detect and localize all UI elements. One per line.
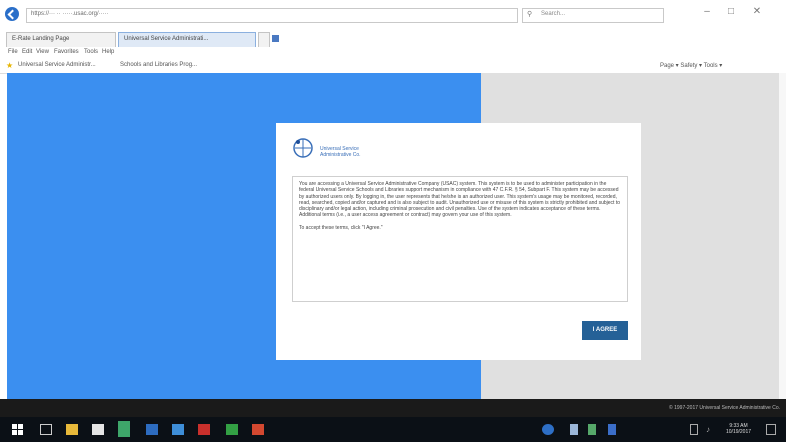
notice-text: You are accessing a Universal Service Ad…	[299, 181, 621, 219]
app-icon[interactable]	[172, 424, 184, 435]
tray-icon-1[interactable]	[570, 424, 578, 435]
notice-box[interactable]: You are accessing a Universal Service Ad…	[292, 176, 628, 302]
menu-edit[interactable]: Edit	[22, 49, 32, 55]
chrome-icon[interactable]	[118, 421, 130, 437]
agree-button[interactable]: I AGREE	[582, 321, 628, 340]
menu-favorites[interactable]: Favorites	[54, 49, 79, 55]
favorites-bar: ★ Universal Service Administr... Schools…	[0, 59, 786, 74]
favorites-star-icon[interactable]: ★	[6, 61, 13, 70]
favorite-usac-link[interactable]: Universal Service Administr...	[18, 62, 96, 68]
menu-tools[interactable]: Tools	[84, 49, 98, 55]
notifications-icon[interactable]	[766, 424, 776, 435]
menu-file[interactable]: File	[8, 49, 18, 55]
favorite-schools-link[interactable]: Schools and Libraries Prog...	[120, 62, 197, 68]
task-view-icon[interactable]	[40, 424, 52, 435]
new-tab-button[interactable]	[258, 32, 270, 47]
taskbar: ♪ 9:33 AM 10/19/2017	[0, 417, 786, 442]
mail-icon[interactable]	[146, 424, 158, 435]
copyright-text: © 1997-2017 Universal Service Administra…	[669, 405, 780, 411]
close-button[interactable]: ✕	[750, 6, 764, 18]
terms-dialog: Universal Service Administrative Co. You…	[276, 123, 641, 360]
start-icon[interactable]	[12, 424, 24, 435]
tab-favicon-icon	[272, 35, 279, 42]
search-input[interactable]: ⚲ Search...	[522, 8, 664, 23]
address-text: https://··· ·· ·····.usac.org/·····	[31, 11, 109, 17]
address-bar[interactable]: https://··· ·· ·····.usac.org/·····	[26, 8, 518, 23]
search-icon: ⚲	[527, 11, 533, 18]
minimize-button[interactable]: –	[700, 6, 714, 18]
volume-icon[interactable]: ♪	[706, 424, 714, 435]
security-app-icon[interactable]	[198, 424, 210, 435]
menu-help[interactable]: Help	[102, 49, 114, 55]
usac-logo-icon	[293, 138, 313, 158]
tab-bar: E-Rate Landing Page Universal Service Ad…	[0, 32, 786, 48]
back-arrow-icon[interactable]	[5, 7, 19, 21]
file-explorer-icon[interactable]	[66, 424, 78, 435]
tab-usac[interactable]: Universal Service Administrati...	[118, 32, 256, 47]
scrollbar[interactable]	[779, 73, 786, 399]
tray-icon-3[interactable]	[608, 424, 616, 435]
ie-taskbar-icon[interactable]	[542, 424, 554, 435]
store-icon[interactable]	[92, 424, 104, 435]
tab-erate-landing[interactable]: E-Rate Landing Page	[6, 32, 116, 47]
clock-date: 10/19/2017	[726, 429, 752, 435]
tray-icon-2[interactable]	[588, 424, 596, 435]
maximize-button[interactable]: □	[724, 6, 738, 18]
spreadsheet-icon[interactable]	[226, 424, 238, 435]
page-footer-strip: © 1997-2017 Universal Service Administra…	[0, 399, 786, 417]
menu-view[interactable]: View	[36, 49, 49, 55]
network-icon[interactable]	[690, 424, 698, 435]
notice-instruction: To accept these terms, click "I Agree."	[299, 224, 383, 231]
presentation-icon[interactable]	[252, 424, 264, 435]
browser-titlebar: https://··· ·· ·····.usac.org/····· ⚲ Se…	[0, 0, 786, 32]
command-bar[interactable]: Page ▾ Safety ▾ Tools ▾	[660, 62, 722, 69]
search-placeholder: Search...	[541, 11, 566, 17]
taskbar-clock[interactable]: 9:33 AM 10/19/2017	[726, 423, 751, 435]
menu-bar: File Edit View Favorites Tools Help	[0, 48, 786, 59]
logo-text: Universal Service Administrative Co.	[320, 146, 361, 158]
